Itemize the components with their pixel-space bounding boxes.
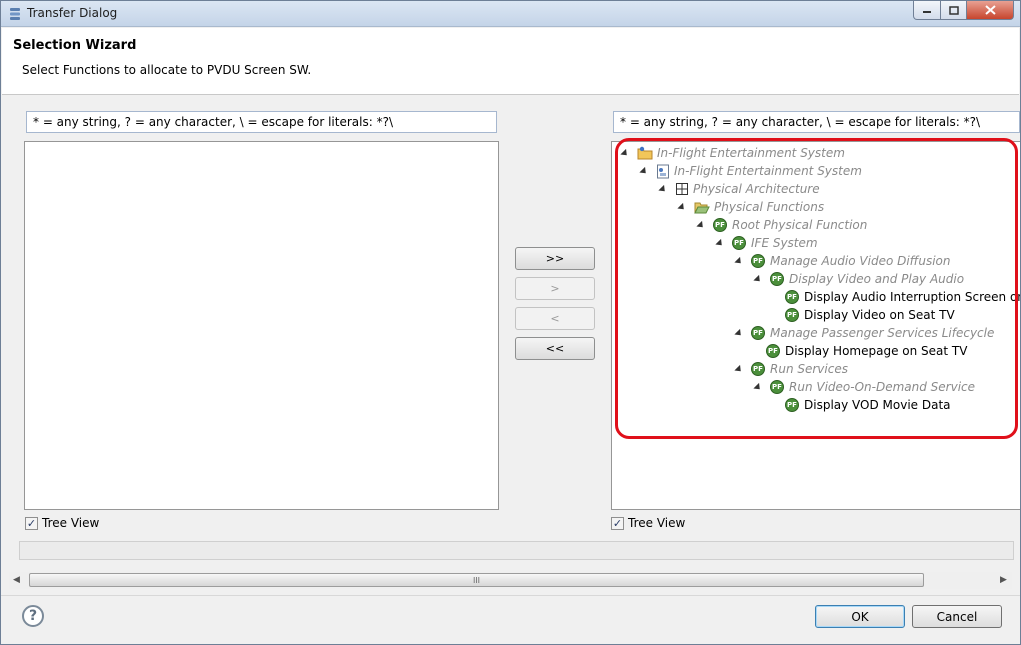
window-title: Transfer Dialog bbox=[27, 6, 118, 20]
scrollbar-thumb[interactable]: III bbox=[29, 573, 924, 587]
ok-button[interactable]: OK bbox=[815, 605, 905, 628]
add-button[interactable]: > bbox=[515, 277, 595, 300]
help-icon[interactable]: ? bbox=[22, 605, 44, 627]
cancel-button[interactable]: Cancel bbox=[912, 605, 1002, 628]
minimize-button[interactable] bbox=[913, 1, 941, 20]
maximize-button[interactable] bbox=[940, 1, 967, 20]
close-button[interactable] bbox=[966, 1, 1014, 20]
footer-separator bbox=[1, 595, 1020, 596]
wizard-header: Selection Wizard Select Functions to all… bbox=[2, 28, 1019, 95]
right-tree-view-checkbox[interactable]: ✓ bbox=[611, 516, 624, 530]
minimize-icon bbox=[923, 11, 931, 13]
app-icon bbox=[10, 8, 20, 20]
remove-all-button[interactable]: << bbox=[515, 337, 595, 360]
annotation-highlight-box bbox=[615, 138, 1018, 439]
available-list[interactable] bbox=[24, 141, 499, 510]
scroll-left-icon[interactable]: ◀ bbox=[13, 575, 20, 585]
maximize-icon bbox=[948, 5, 959, 15]
left-tree-view-checkbox[interactable]: ✓ bbox=[25, 516, 38, 530]
right-filter-input[interactable]: * = any string, ? = any character, \ = e… bbox=[613, 111, 1020, 133]
wizard-description: Select Functions to allocate to PVDU Scr… bbox=[22, 63, 312, 77]
status-field bbox=[19, 541, 1014, 560]
right-tree-view-label: Tree View bbox=[628, 516, 686, 530]
transfer-dialog-window: Transfer Dialog Selection Wizard Select … bbox=[0, 0, 1021, 645]
right-tree-view-toggle[interactable]: ✓ Tree View bbox=[611, 515, 685, 531]
horizontal-scrollbar[interactable]: ◀ III ▶ bbox=[9, 572, 1012, 589]
close-icon bbox=[984, 5, 996, 15]
left-tree-view-label: Tree View bbox=[42, 516, 100, 530]
left-tree-view-toggle[interactable]: ✓ Tree View bbox=[25, 515, 99, 531]
wizard-title: Selection Wizard bbox=[13, 38, 137, 53]
add-all-button[interactable]: >> bbox=[515, 247, 595, 270]
left-filter-input[interactable]: * = any string, ? = any character, \ = e… bbox=[26, 111, 497, 133]
remove-button[interactable]: < bbox=[515, 307, 595, 330]
scroll-right-icon[interactable]: ▶ bbox=[1000, 575, 1007, 585]
title-bar[interactable]: Transfer Dialog bbox=[1, 1, 1020, 27]
